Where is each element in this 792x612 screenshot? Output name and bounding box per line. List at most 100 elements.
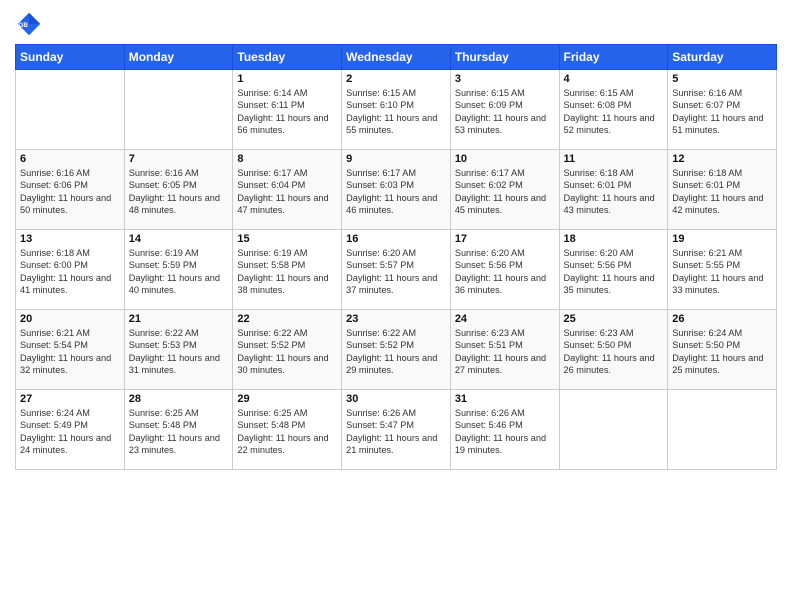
day-info: Sunrise: 6:22 AM Sunset: 5:53 PM Dayligh… — [129, 327, 229, 377]
calendar-cell: 13 Sunrise: 6:18 AM Sunset: 6:00 PM Dayli… — [16, 230, 125, 310]
calendar-cell: 7 Sunrise: 6:16 AM Sunset: 6:05 PM Daylig… — [124, 150, 233, 230]
day-info: Sunrise: 6:19 AM Sunset: 5:59 PM Dayligh… — [129, 247, 229, 297]
day-info: Sunrise: 6:18 AM Sunset: 6:00 PM Dayligh… — [20, 247, 120, 297]
day-info: Sunrise: 6:23 AM Sunset: 5:51 PM Dayligh… — [455, 327, 555, 377]
week-row-2: 6 Sunrise: 6:16 AM Sunset: 6:06 PM Daylig… — [16, 150, 777, 230]
day-info: Sunrise: 6:15 AM Sunset: 6:09 PM Dayligh… — [455, 87, 555, 137]
day-number: 7 — [129, 153, 229, 165]
day-number: 8 — [237, 153, 337, 165]
day-number: 24 — [455, 313, 555, 325]
day-number: 2 — [346, 73, 446, 85]
weekday-header-monday: Monday — [124, 45, 233, 70]
calendar-cell: 31Sunrise: 6:26 AM Sunset: 5:46 PM Dayli… — [450, 390, 559, 470]
logo: GB — [15, 10, 45, 38]
day-number: 12 — [672, 153, 772, 165]
calendar-cell: 4 Sunrise: 6:15 AM Sunset: 6:08 PM Daylig… — [559, 70, 668, 150]
calendar-cell: 18 Sunrise: 6:20 AM Sunset: 5:56 PM Dayli… — [559, 230, 668, 310]
day-number: 21 — [129, 313, 229, 325]
day-number: 31 — [455, 393, 555, 405]
day-number: 27 — [20, 393, 120, 405]
calendar-table: SundayMondayTuesdayWednesdayThursdayFrid… — [15, 44, 777, 470]
day-info: Sunrise: 6:25 AM Sunset: 5:48 PM Dayligh… — [129, 407, 229, 457]
day-number: 9 — [346, 153, 446, 165]
day-number: 5 — [672, 73, 772, 85]
day-number: 17 — [455, 233, 555, 245]
weekday-header-row: SundayMondayTuesdayWednesdayThursdayFrid… — [16, 45, 777, 70]
calendar-cell: 28Sunrise: 6:25 AM Sunset: 5:48 PM Dayli… — [124, 390, 233, 470]
day-info: Sunrise: 6:17 AM Sunset: 6:03 PM Dayligh… — [346, 167, 446, 217]
day-number: 10 — [455, 153, 555, 165]
day-info: Sunrise: 6:25 AM Sunset: 5:48 PM Dayligh… — [237, 407, 337, 457]
calendar-cell — [16, 70, 125, 150]
weekday-header-saturday: Saturday — [668, 45, 777, 70]
day-number: 3 — [455, 73, 555, 85]
day-number: 6 — [20, 153, 120, 165]
day-info: Sunrise: 6:20 AM Sunset: 5:57 PM Dayligh… — [346, 247, 446, 297]
svg-text:GB: GB — [19, 22, 29, 29]
day-info: Sunrise: 6:16 AM Sunset: 6:05 PM Dayligh… — [129, 167, 229, 217]
weekday-header-tuesday: Tuesday — [233, 45, 342, 70]
calendar-cell: 6 Sunrise: 6:16 AM Sunset: 6:06 PM Daylig… — [16, 150, 125, 230]
day-number: 20 — [20, 313, 120, 325]
weekday-header-thursday: Thursday — [450, 45, 559, 70]
calendar-cell — [559, 390, 668, 470]
calendar-cell: 20 Sunrise: 6:21 AM Sunset: 5:54 PM Dayli… — [16, 310, 125, 390]
calendar-cell: 1Sunrise: 6:14 AM Sunset: 6:11 PM Daylig… — [233, 70, 342, 150]
day-info: Sunrise: 6:17 AM Sunset: 6:02 PM Dayligh… — [455, 167, 555, 217]
calendar-cell — [124, 70, 233, 150]
calendar-cell — [668, 390, 777, 470]
day-info: Sunrise: 6:16 AM Sunset: 6:06 PM Dayligh… — [20, 167, 120, 217]
day-number: 25 — [564, 313, 664, 325]
day-number: 1 — [237, 73, 337, 85]
logo-icon: GB — [15, 10, 43, 38]
day-number: 16 — [346, 233, 446, 245]
weekday-header-friday: Friday — [559, 45, 668, 70]
day-number: 11 — [564, 153, 664, 165]
calendar-cell: 25Sunrise: 6:23 AM Sunset: 5:50 PM Dayli… — [559, 310, 668, 390]
calendar-cell: 5 Sunrise: 6:16 AM Sunset: 6:07 PM Daylig… — [668, 70, 777, 150]
calendar-cell: 15 Sunrise: 6:19 AM Sunset: 5:58 PM Dayli… — [233, 230, 342, 310]
week-row-1: 1Sunrise: 6:14 AM Sunset: 6:11 PM Daylig… — [16, 70, 777, 150]
day-number: 23 — [346, 313, 446, 325]
calendar-cell: 9 Sunrise: 6:17 AM Sunset: 6:03 PM Daylig… — [342, 150, 451, 230]
weekday-header-sunday: Sunday — [16, 45, 125, 70]
day-info: Sunrise: 6:18 AM Sunset: 6:01 PM Dayligh… — [564, 167, 664, 217]
day-info: Sunrise: 6:15 AM Sunset: 6:10 PM Dayligh… — [346, 87, 446, 137]
calendar-cell: 29 Sunrise: 6:25 AM Sunset: 5:48 PM Dayli… — [233, 390, 342, 470]
header: GB — [15, 10, 777, 38]
day-info: Sunrise: 6:21 AM Sunset: 5:55 PM Dayligh… — [672, 247, 772, 297]
day-info: Sunrise: 6:24 AM Sunset: 5:49 PM Dayligh… — [20, 407, 120, 457]
calendar-cell: 26 Sunrise: 6:24 AM Sunset: 5:50 PM Dayli… — [668, 310, 777, 390]
calendar-cell: 21 Sunrise: 6:22 AM Sunset: 5:53 PM Dayli… — [124, 310, 233, 390]
calendar-cell: 24 Sunrise: 6:23 AM Sunset: 5:51 PM Dayli… — [450, 310, 559, 390]
calendar-cell: 12 Sunrise: 6:18 AM Sunset: 6:01 PM Dayli… — [668, 150, 777, 230]
day-info: Sunrise: 6:19 AM Sunset: 5:58 PM Dayligh… — [237, 247, 337, 297]
day-number: 18 — [564, 233, 664, 245]
calendar-cell: 14Sunrise: 6:19 AM Sunset: 5:59 PM Dayli… — [124, 230, 233, 310]
day-info: Sunrise: 6:15 AM Sunset: 6:08 PM Dayligh… — [564, 87, 664, 137]
week-row-5: 27 Sunrise: 6:24 AM Sunset: 5:49 PM Dayli… — [16, 390, 777, 470]
day-number: 30 — [346, 393, 446, 405]
day-info: Sunrise: 6:20 AM Sunset: 5:56 PM Dayligh… — [564, 247, 664, 297]
day-info: Sunrise: 6:18 AM Sunset: 6:01 PM Dayligh… — [672, 167, 772, 217]
calendar-cell: 16 Sunrise: 6:20 AM Sunset: 5:57 PM Dayli… — [342, 230, 451, 310]
calendar-cell: 22 Sunrise: 6:22 AM Sunset: 5:52 PM Dayli… — [233, 310, 342, 390]
day-number: 15 — [237, 233, 337, 245]
weekday-header-wednesday: Wednesday — [342, 45, 451, 70]
page-container: GB SundayMondayTuesdayWednesdayThursdayF… — [0, 0, 792, 480]
day-info: Sunrise: 6:26 AM Sunset: 5:47 PM Dayligh… — [346, 407, 446, 457]
calendar-cell: 2 Sunrise: 6:15 AM Sunset: 6:10 PM Daylig… — [342, 70, 451, 150]
calendar-cell: 10 Sunrise: 6:17 AM Sunset: 6:02 PM Dayli… — [450, 150, 559, 230]
calendar-cell: 11 Sunrise: 6:18 AM Sunset: 6:01 PM Dayli… — [559, 150, 668, 230]
day-info: Sunrise: 6:22 AM Sunset: 5:52 PM Dayligh… — [237, 327, 337, 377]
day-number: 4 — [564, 73, 664, 85]
day-info: Sunrise: 6:17 AM Sunset: 6:04 PM Dayligh… — [237, 167, 337, 217]
day-info: Sunrise: 6:24 AM Sunset: 5:50 PM Dayligh… — [672, 327, 772, 377]
calendar-cell: 8 Sunrise: 6:17 AM Sunset: 6:04 PM Daylig… — [233, 150, 342, 230]
day-number: 13 — [20, 233, 120, 245]
day-info: Sunrise: 6:16 AM Sunset: 6:07 PM Dayligh… — [672, 87, 772, 137]
day-number: 29 — [237, 393, 337, 405]
day-number: 26 — [672, 313, 772, 325]
day-info: Sunrise: 6:21 AM Sunset: 5:54 PM Dayligh… — [20, 327, 120, 377]
day-number: 22 — [237, 313, 337, 325]
